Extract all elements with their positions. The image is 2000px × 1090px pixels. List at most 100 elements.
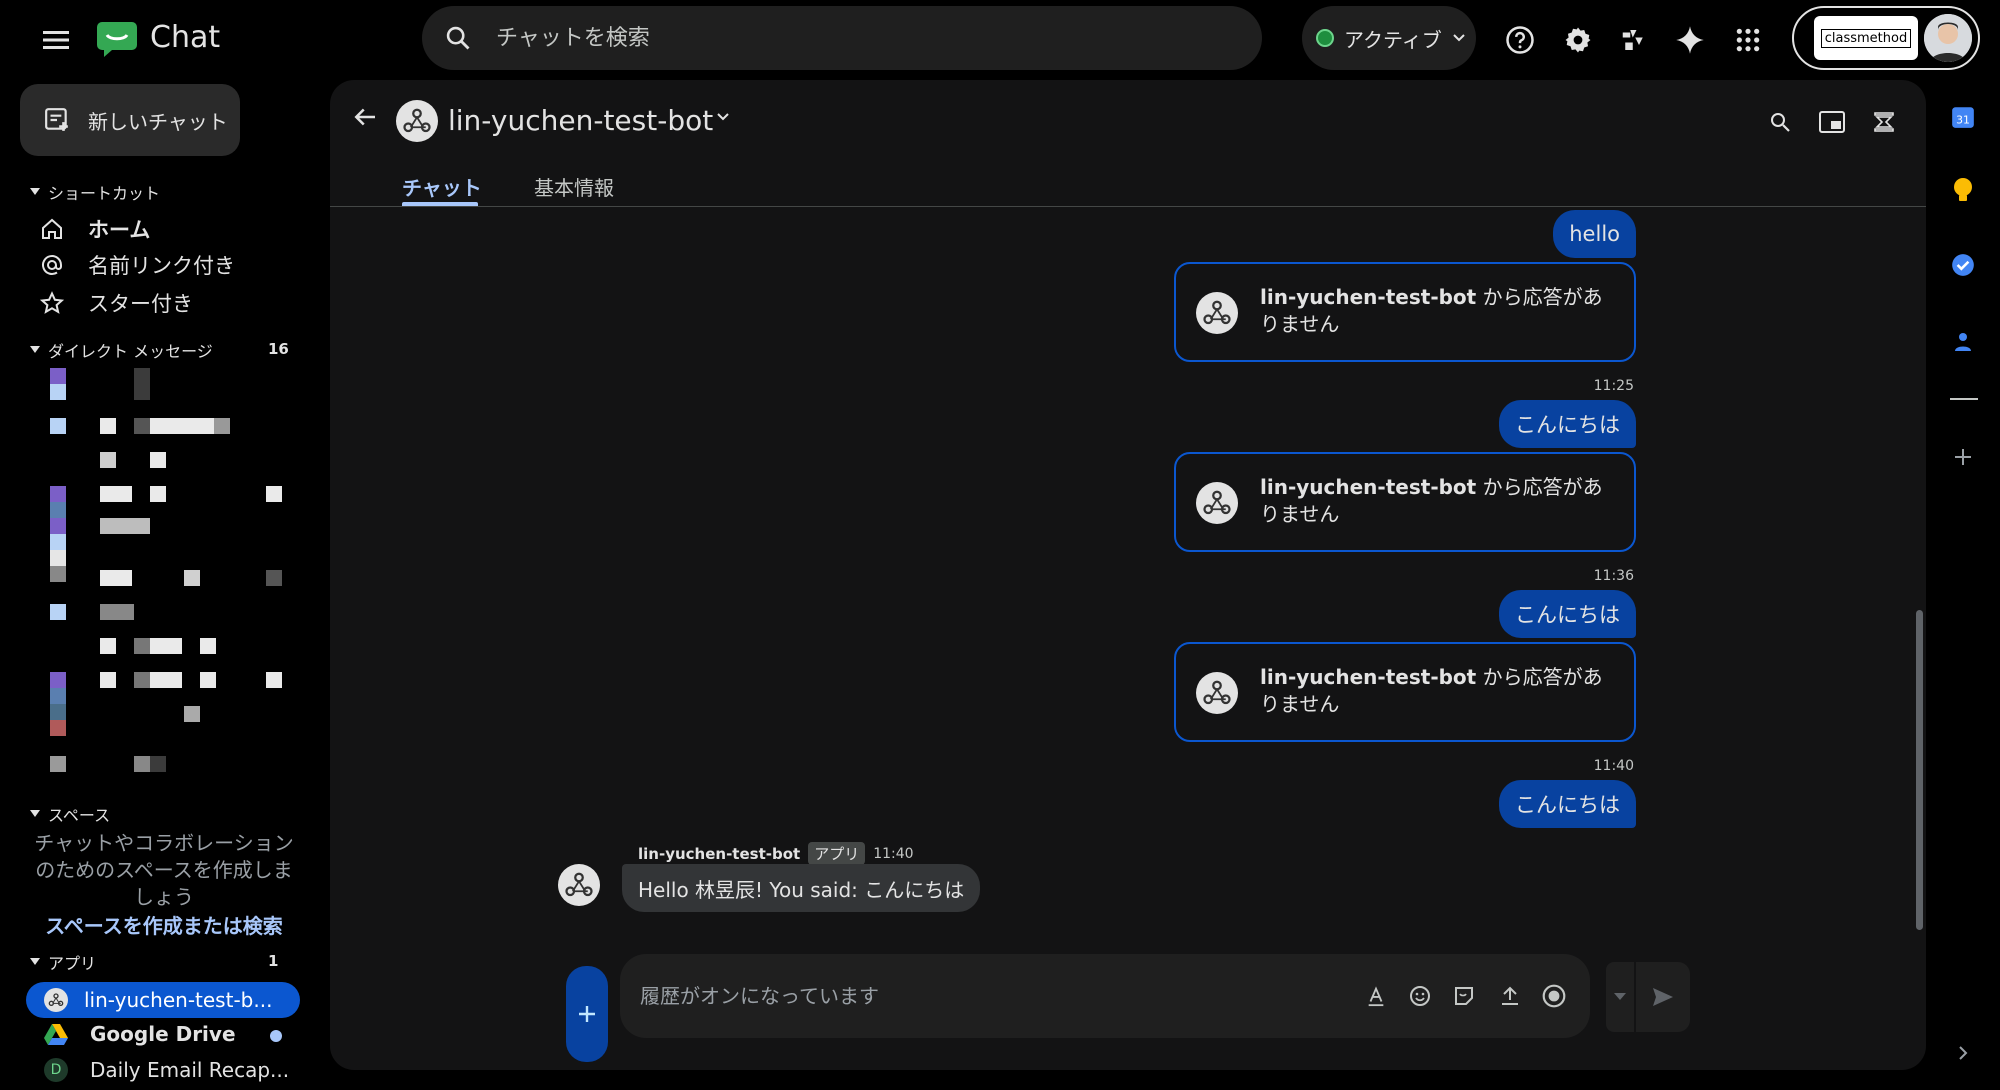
- tab-info[interactable]: 基本情報: [534, 172, 614, 201]
- home-icon: [42, 218, 62, 239]
- tab-chat[interactable]: チャット: [402, 172, 482, 201]
- upload-icon[interactable]: [1496, 982, 1524, 1010]
- emoji-icon[interactable]: [1406, 982, 1434, 1010]
- reply-header: lin-yuchen-test-bot アプリ 11:40: [638, 842, 914, 865]
- chevron-down-icon[interactable]: [716, 112, 730, 122]
- active-status-icon: [1316, 29, 1334, 47]
- conversation-title[interactable]: lin-yuchen-test-bot: [448, 100, 713, 142]
- integrations-icon[interactable]: [1610, 16, 1658, 64]
- sidebar-app-test-bot[interactable]: lin-yuchen-test-b...: [26, 982, 300, 1018]
- help-icon[interactable]: [1496, 16, 1544, 64]
- back-arrow-icon[interactable]: [350, 102, 380, 132]
- google-drive-icon: [44, 1024, 68, 1045]
- send-options-button[interactable]: [1606, 962, 1634, 1032]
- app-letter-icon: D: [44, 1058, 68, 1082]
- conversation-search-icon[interactable]: [1762, 104, 1798, 140]
- threads-icon[interactable]: [1866, 104, 1902, 140]
- star-icon: [40, 291, 64, 314]
- caret-down-icon: [30, 958, 40, 965]
- no-response-text: lin-yuchen-test-bot から応答がありません: [1260, 475, 1603, 526]
- incoming-message[interactable]: Hello 林昱辰! You said: こんにちは: [622, 864, 981, 912]
- no-response-card: lin-yuchen-test-bot から応答がありません: [1174, 642, 1636, 742]
- conversation-panel: lin-yuchen-test-bot チャット 基本情報 hello lin-…: [330, 80, 1926, 1070]
- gemini-sparkle-icon[interactable]: [1666, 16, 1714, 64]
- dm-section-toggle[interactable]: ダイレクト メッセージ: [30, 338, 213, 362]
- tasks-icon[interactable]: [1948, 250, 1978, 280]
- message-timestamp: 11:25: [1593, 378, 1634, 394]
- account-switcher[interactable]: classmethod: [1792, 6, 1980, 70]
- caret-down-icon: [30, 346, 40, 353]
- new-chat-icon: [45, 108, 68, 131]
- add-addon-icon[interactable]: [1948, 442, 1978, 472]
- dm-list-redacted[interactable]: [40, 366, 300, 776]
- message-timestamp: 11:40: [873, 845, 914, 862]
- scrollbar[interactable]: [1916, 610, 1923, 930]
- app-label: lin-yuchen-test-b...: [84, 988, 273, 1012]
- no-response-text: lin-yuchen-test-bot から応答がありません: [1260, 285, 1603, 336]
- calendar-icon[interactable]: 31: [1948, 102, 1978, 132]
- app-name: Chat: [150, 20, 221, 55]
- webhook-icon: [565, 872, 593, 897]
- svg-text:31: 31: [1956, 114, 1970, 127]
- apps-section-toggle[interactable]: アプリ: [30, 950, 96, 974]
- create-space-link[interactable]: スペースを作成または検索: [30, 910, 298, 939]
- settings-gear-icon[interactable]: [1554, 16, 1602, 64]
- avatar[interactable]: [1924, 14, 1972, 62]
- sticker-icon[interactable]: [1450, 982, 1478, 1010]
- send-button[interactable]: [1636, 962, 1690, 1032]
- shortcuts-section-toggle[interactable]: ショートカット: [30, 180, 160, 204]
- organization-logo: classmethod: [1814, 16, 1918, 60]
- send-icon: [1653, 988, 1673, 1006]
- webhook-icon: [403, 108, 431, 133]
- spaces-title: スペース: [48, 806, 111, 825]
- outgoing-message[interactable]: こんにちは: [1499, 780, 1636, 828]
- status-selector[interactable]: アクティブ: [1302, 6, 1476, 70]
- spaces-empty-text: チャットやコラボレーションのためのスペースを作成しましょう: [34, 831, 294, 909]
- chevron-down-icon: [1453, 34, 1465, 42]
- message-input[interactable]: [640, 954, 1340, 1038]
- sidebar-item-label: スター付き: [88, 292, 193, 316]
- new-chat-label: 新しいチャット: [88, 109, 228, 134]
- webhook-icon: [44, 988, 68, 1012]
- sidebar-item-home[interactable]: ホーム: [40, 214, 150, 244]
- sidebar-app-daily-email-recap[interactable]: D Daily Email Recap...: [44, 1058, 289, 1082]
- hamburger-icon: [43, 31, 69, 49]
- app-label: Google Drive: [90, 1022, 236, 1046]
- record-video-icon[interactable]: [1540, 982, 1568, 1010]
- search-bar[interactable]: [422, 6, 1262, 70]
- add-attachment-button[interactable]: [566, 966, 608, 1062]
- caret-down-icon: [30, 188, 40, 195]
- main-menu-button[interactable]: [34, 18, 78, 62]
- outgoing-message[interactable]: こんにちは: [1499, 590, 1636, 638]
- outgoing-message[interactable]: hello: [1553, 210, 1636, 258]
- bot-avatar[interactable]: [558, 864, 600, 906]
- webhook-icon: [1196, 292, 1238, 334]
- at-icon: [42, 255, 62, 275]
- caret-down-icon: [1614, 993, 1626, 1000]
- chevron-right-icon[interactable]: [1948, 1038, 1978, 1068]
- search-input[interactable]: [496, 6, 1196, 70]
- contacts-icon[interactable]: [1948, 326, 1978, 356]
- sender-name[interactable]: lin-yuchen-test-bot: [638, 845, 800, 863]
- status-label: アクティブ: [1344, 27, 1442, 52]
- app-badge: アプリ: [808, 842, 866, 865]
- keep-icon[interactable]: [1948, 176, 1978, 206]
- apps-grid-icon[interactable]: [1724, 16, 1772, 64]
- search-icon: [444, 24, 472, 52]
- spaces-section-toggle[interactable]: スペース: [30, 802, 110, 826]
- new-chat-button[interactable]: 新しいチャット: [20, 84, 240, 156]
- text-format-icon[interactable]: [1362, 982, 1390, 1010]
- picture-in-picture-icon[interactable]: [1814, 104, 1850, 140]
- outgoing-message[interactable]: こんにちは: [1499, 400, 1636, 448]
- no-response-card: lin-yuchen-test-bot から応答がありません: [1174, 262, 1636, 362]
- chat-logo-icon: [96, 20, 138, 58]
- dm-unread-count: 16: [268, 340, 289, 358]
- sidebar-item-label: ホーム: [88, 218, 151, 242]
- message-timestamp: 11:36: [1593, 568, 1634, 584]
- sidebar-item-starred[interactable]: スター付き: [40, 288, 193, 318]
- sidebar-item-mentions[interactable]: 名前リンク付き: [40, 250, 235, 280]
- message-composer[interactable]: [620, 954, 1590, 1038]
- divider: [330, 206, 1926, 207]
- sidebar-app-google-drive[interactable]: Google Drive: [44, 1022, 236, 1046]
- bot-avatar: [396, 100, 438, 142]
